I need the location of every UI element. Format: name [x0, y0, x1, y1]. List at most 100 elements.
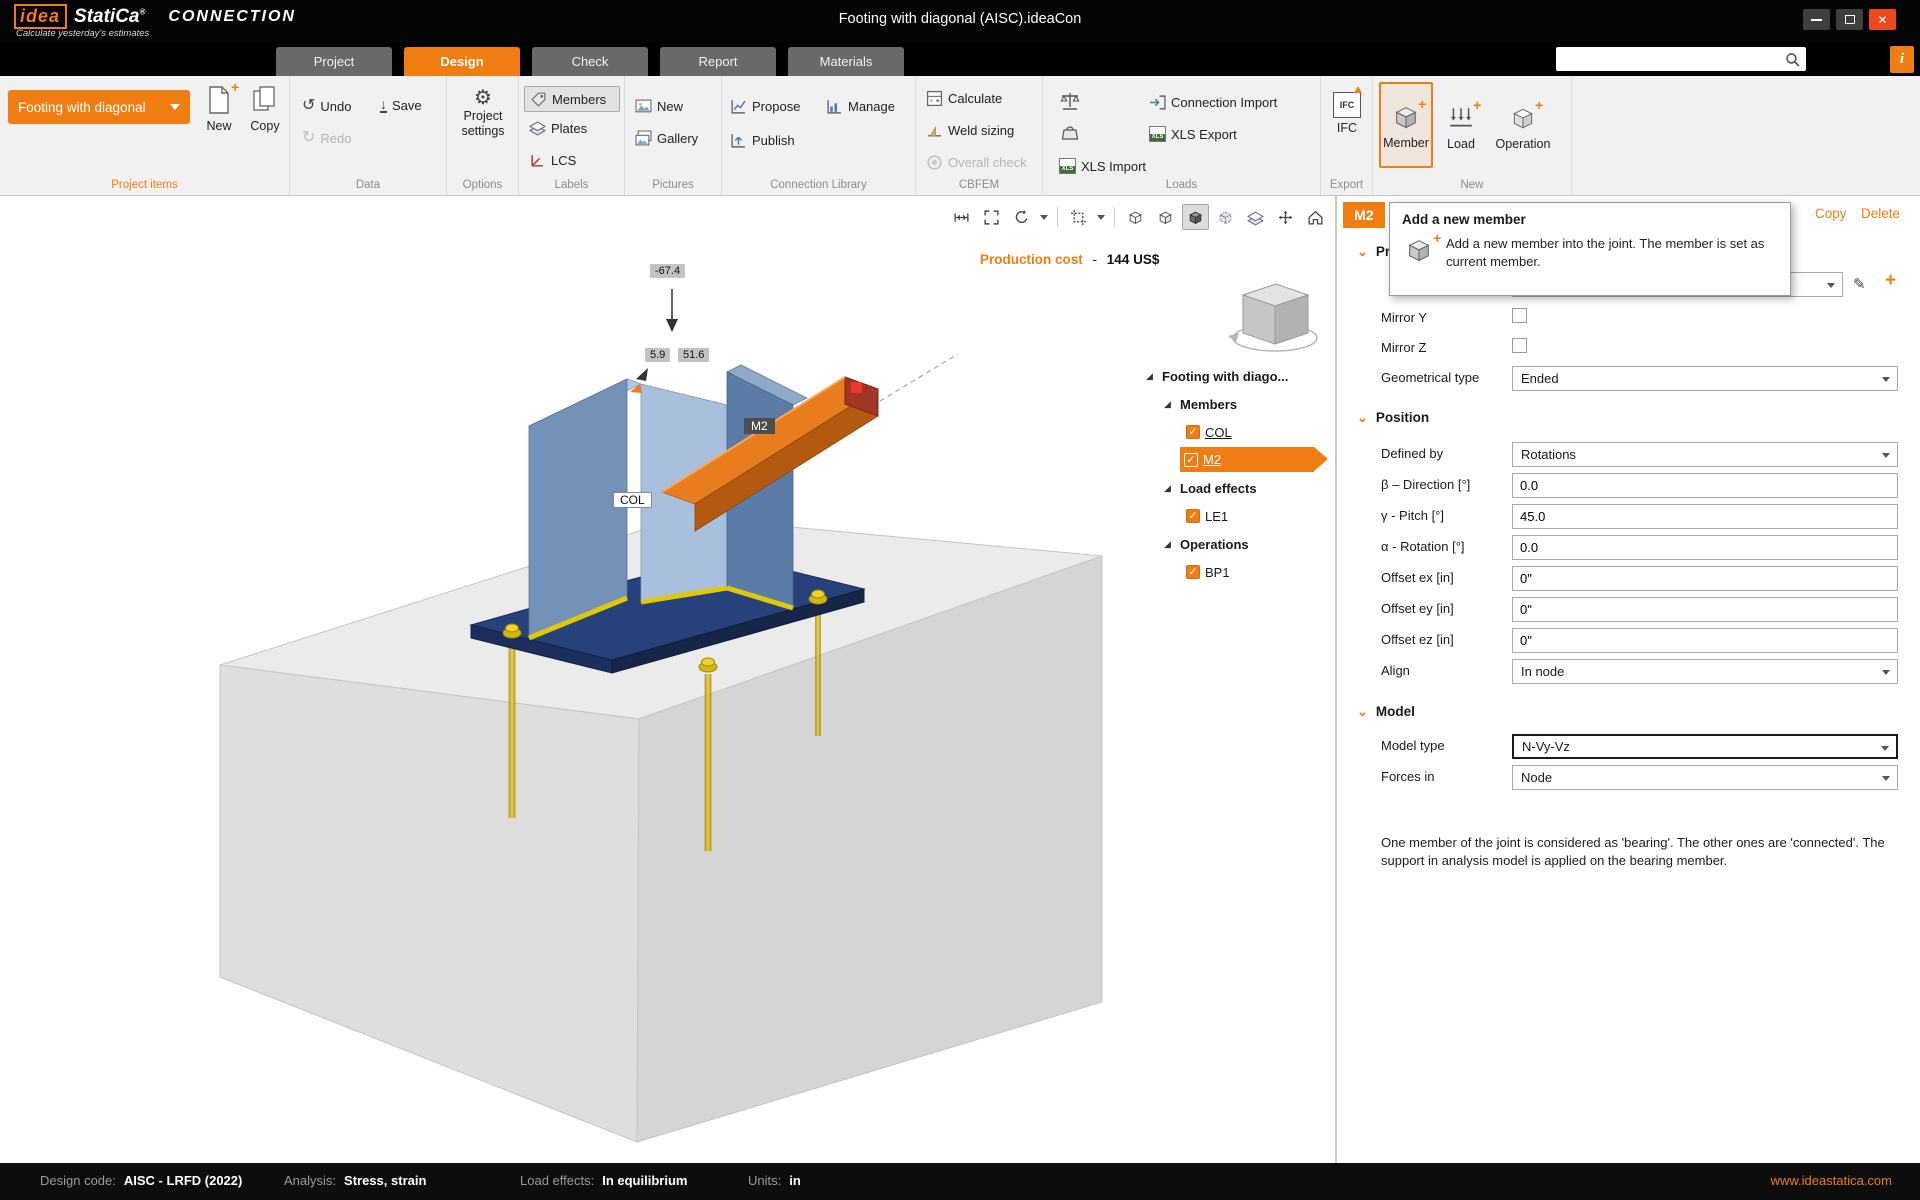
manage-button[interactable]: Manage [826, 98, 895, 115]
tree-group-load-effects[interactable]: ◢ Load effects [1146, 474, 1335, 502]
tree-item-le1[interactable]: ✓ LE1 [1146, 502, 1335, 530]
member-tag-col[interactable]: COL [613, 492, 652, 508]
new-project-item-button[interactable]: + New [198, 80, 240, 133]
rotate-options-caret-icon[interactable] [1040, 214, 1048, 220]
tree-expander-icon[interactable]: ◢ [1164, 399, 1175, 410]
publish-button[interactable]: Publish [730, 132, 795, 149]
rotate-view-icon[interactable] [1008, 204, 1035, 230]
dimension-lines-icon[interactable] [948, 204, 975, 230]
search-box[interactable] [1556, 47, 1806, 71]
load-weight-button[interactable] [1061, 124, 1079, 142]
tab-report[interactable]: Report [660, 47, 776, 76]
info-button[interactable]: i [1890, 46, 1914, 73]
tree-expander-icon[interactable]: ◢ [1164, 539, 1175, 550]
gamma-pitch-field[interactable] [1512, 504, 1898, 529]
bp1-checkbox[interactable]: ✓ [1186, 565, 1200, 579]
picture-new-button[interactable]: New [635, 98, 683, 115]
tree-group-operations[interactable]: ◢ Operations [1146, 530, 1335, 558]
new-member-button[interactable]: + Member [1379, 82, 1433, 168]
xls-import-button[interactable]: XLS XLS Import [1059, 158, 1146, 174]
offset-ey-field[interactable] [1512, 597, 1898, 622]
offset-ex-input[interactable] [1512, 566, 1898, 591]
minimize-button[interactable] [1803, 9, 1830, 30]
model-type-combo[interactable]: N-Vy-Vz [1512, 734, 1898, 759]
connection-import-button[interactable]: Connection Import [1149, 94, 1277, 111]
plate-planes-icon[interactable] [1242, 204, 1269, 230]
redo-button[interactable]: ↻ Redo [302, 130, 351, 146]
tree-expander-icon[interactable]: ◢ [1164, 483, 1175, 494]
beta-direction-field[interactable] [1512, 473, 1898, 498]
calculate-button[interactable]: Calculate [926, 90, 1002, 107]
transparent-view-icon[interactable] [1212, 204, 1239, 230]
alpha-rotation-field[interactable] [1512, 535, 1898, 560]
pan-arrows-icon[interactable] [1272, 204, 1299, 230]
delete-member-button[interactable]: Delete [1861, 206, 1900, 221]
offset-ex-field[interactable] [1512, 566, 1898, 591]
offset-ez-input[interactable] [1512, 628, 1898, 653]
tree-group-members[interactable]: ◢ Members [1146, 390, 1335, 418]
tree-item-m2[interactable]: ✓ M2 [1146, 446, 1335, 474]
geometrical-type-combo[interactable]: Ended [1512, 366, 1898, 391]
3d-viewport[interactable]: Production cost - 144 US$ -67.4 5.9 51.6… [0, 196, 1335, 1163]
m2-checkbox[interactable]: ✓ [1184, 452, 1198, 467]
clip-section-icon[interactable] [1065, 204, 1092, 230]
labels-lcs-toggle[interactable]: LCS [529, 152, 576, 169]
weld-sizing-button[interactable]: Weld sizing [926, 122, 1014, 139]
propose-button[interactable]: Propose [730, 98, 800, 115]
xls-export-button[interactable]: XLS XLS Export [1149, 126, 1237, 142]
copy-project-item-button[interactable]: Copy [244, 84, 286, 133]
overall-check-button[interactable]: Overall check [926, 154, 1027, 171]
tree-item-bp1[interactable]: ✓ BP1 [1146, 558, 1335, 586]
tab-design[interactable]: Design [404, 47, 520, 76]
wireframe-view-icon[interactable] [1122, 204, 1149, 230]
load-balance-button[interactable] [1059, 90, 1081, 112]
beta-direction-input[interactable] [1512, 473, 1898, 498]
project-item-selector[interactable]: Footing with diagonal [8, 90, 190, 124]
tab-materials[interactable]: Materials [788, 47, 904, 76]
home-view-icon[interactable] [1302, 204, 1329, 230]
section-position[interactable]: ⌄ Position [1357, 410, 1429, 425]
offset-ey-input[interactable] [1512, 597, 1898, 622]
offset-ez-field[interactable] [1512, 628, 1898, 653]
zoom-fit-icon[interactable] [978, 204, 1005, 230]
clip-options-caret-icon[interactable] [1097, 214, 1105, 220]
mirror-z-checkbox[interactable] [1512, 338, 1527, 353]
shaded-view-icon[interactable] [1182, 204, 1209, 230]
mirror-y-checkbox[interactable] [1512, 308, 1527, 323]
le1-checkbox[interactable]: ✓ [1186, 509, 1200, 523]
defined-by-combo[interactable]: Rotations [1512, 442, 1898, 467]
search-input[interactable] [1556, 49, 1784, 69]
section-model[interactable]: ⌄ Model [1357, 704, 1415, 719]
ifc-export-button[interactable]: IFC IFC [1329, 86, 1365, 135]
new-load-button[interactable]: + Load [1439, 84, 1483, 168]
alpha-rotation-input[interactable] [1512, 535, 1898, 560]
close-button[interactable]: ✕ [1869, 9, 1896, 30]
forces-in-combo[interactable]: Node [1512, 765, 1898, 790]
website-link[interactable]: www.ideastatica.com [1771, 1173, 1892, 1188]
tree-expander-icon[interactable]: ◢ [1146, 371, 1157, 382]
labels-members-toggle[interactable]: Members [524, 86, 620, 112]
gamma-pitch-input[interactable] [1512, 504, 1898, 529]
align-combo[interactable]: In node [1512, 659, 1898, 684]
add-cross-section-button[interactable]: + [1885, 270, 1896, 292]
member-tag-m2[interactable]: M2 [744, 418, 775, 434]
tab-check[interactable]: Check [532, 47, 648, 76]
save-button[interactable]: ↓ Save [380, 97, 422, 113]
undo-button[interactable]: ↺ Undo [302, 98, 351, 114]
selected-row-highlight[interactable]: ✓ M2 [1180, 447, 1314, 472]
column-member-col[interactable] [527, 364, 808, 641]
picture-gallery-button[interactable]: Gallery [635, 130, 698, 147]
3d-scene[interactable] [0, 196, 1335, 1163]
labels-plates-toggle[interactable]: Plates [529, 120, 587, 137]
navigation-cube[interactable] [1228, 283, 1318, 352]
col-checkbox[interactable]: ✓ [1186, 425, 1200, 439]
project-settings-button[interactable]: ⚙ Project settings [451, 88, 515, 139]
edit-cross-section-button[interactable]: ✎ [1853, 275, 1866, 293]
tree-item-col[interactable]: ✓ COL [1146, 418, 1335, 446]
hidden-line-view-icon[interactable] [1152, 204, 1179, 230]
tree-root[interactable]: ◢ Footing with diago... [1146, 362, 1335, 390]
new-operation-button[interactable]: + Operation [1487, 84, 1559, 168]
maximize-button[interactable] [1836, 9, 1863, 30]
tab-project[interactable]: Project [276, 47, 392, 76]
copy-member-button[interactable]: Copy [1815, 206, 1847, 221]
